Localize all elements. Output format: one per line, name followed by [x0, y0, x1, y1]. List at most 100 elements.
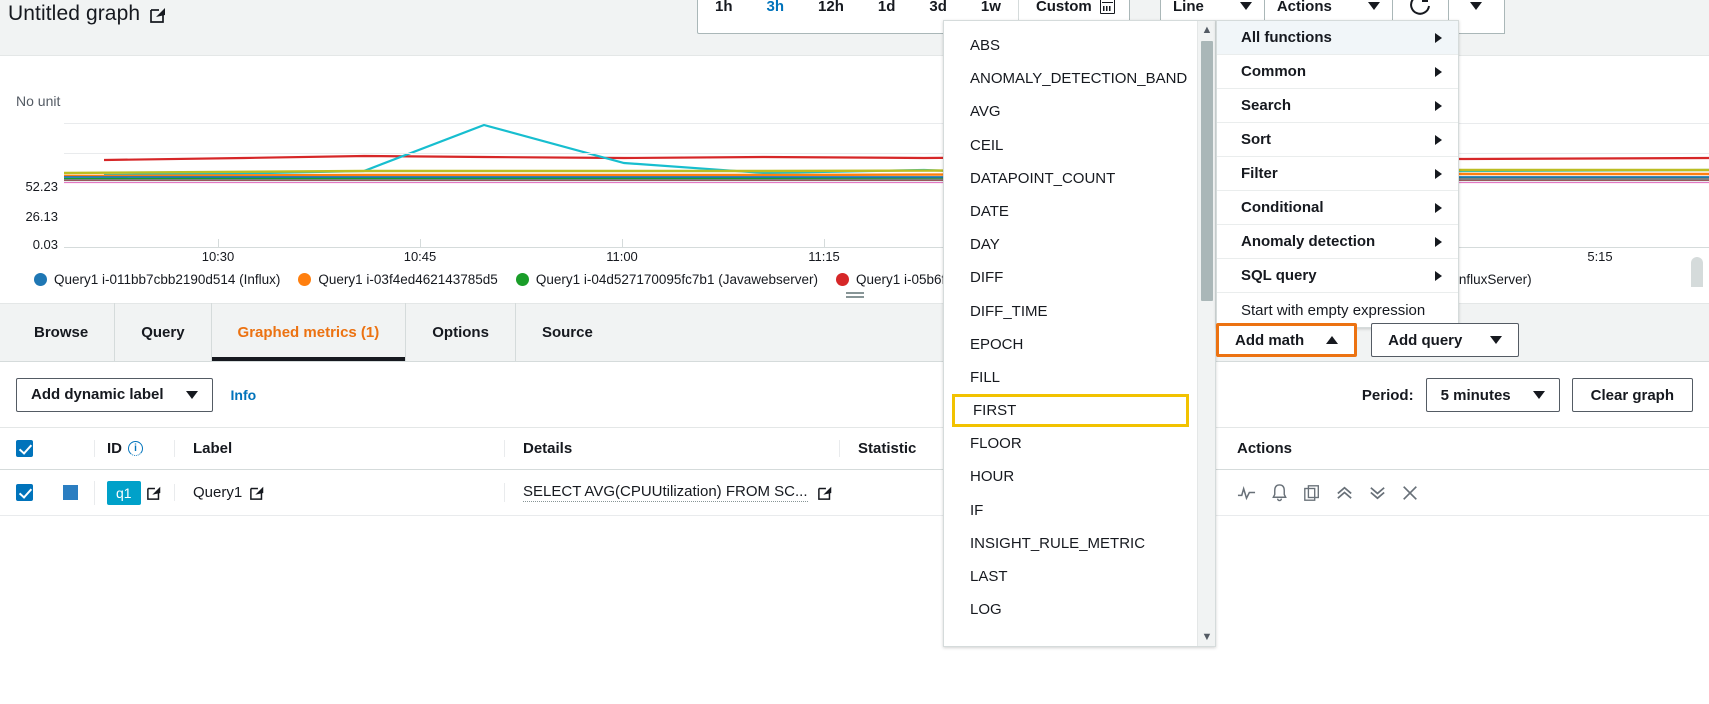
metric-query-expression[interactable]: SELECT AVG(CPUUtilization) FROM SC...	[523, 483, 808, 502]
alarm-bell-icon[interactable]	[1270, 483, 1289, 502]
time-range-3h[interactable]: 3h	[750, 0, 802, 33]
function-item-epoch[interactable]: EPOCH	[944, 328, 1197, 361]
query-buttons-row: Add math Add query	[1216, 323, 1519, 357]
add-dynamic-label-button[interactable]: Add dynamic label	[16, 378, 213, 412]
period-select[interactable]: 5 minutes	[1426, 378, 1560, 412]
function-item-first[interactable]: FIRST	[952, 394, 1189, 427]
period-label: Period:	[1362, 387, 1414, 404]
scroll-down-icon[interactable]: ▼	[1198, 628, 1216, 646]
x-tick-label: 11:15	[808, 249, 840, 264]
menu-label: Common	[1241, 63, 1306, 80]
select-all-cell	[0, 440, 46, 457]
tab-graphed-metrics[interactable]: Graphed metrics (1)	[212, 303, 407, 361]
menu-item-all-functions[interactable]: All functions	[1217, 21, 1458, 55]
chart-type-label: Line	[1173, 0, 1204, 15]
function-item-diff-time[interactable]: DIFF_TIME	[944, 295, 1197, 328]
row-details-cell: SELECT AVG(CPUUtilization) FROM SC...	[504, 483, 839, 502]
chevron-right-icon	[1435, 169, 1442, 179]
sparkline-icon[interactable]	[1237, 483, 1256, 502]
function-item-hour[interactable]: HOUR	[944, 460, 1197, 493]
menu-label: Anomaly detection	[1241, 233, 1375, 250]
clear-graph-button[interactable]: Clear graph	[1572, 378, 1693, 412]
function-item-insight-rule-metric[interactable]: INSIGHT_RULE_METRIC	[944, 527, 1197, 560]
function-item-if[interactable]: IF	[944, 494, 1197, 527]
scroll-up-icon[interactable]: ▲	[1198, 21, 1216, 39]
chevron-up-icon	[1326, 336, 1338, 344]
menu-item-search[interactable]: Search	[1217, 89, 1458, 123]
function-item-floor[interactable]: FLOOR	[944, 427, 1197, 460]
legend-item[interactable]: Query1 i-011bb7cbb2190d514 (Influx)	[34, 272, 280, 287]
chevron-right-icon	[1435, 135, 1442, 145]
edit-details-icon[interactable]	[818, 485, 833, 500]
chevron-down-icon	[1470, 2, 1482, 10]
legend-item[interactable]: Query1 i-05b6f5	[836, 272, 953, 287]
time-range-12h[interactable]: 12h	[801, 0, 861, 33]
menu-item-sql-query[interactable]: SQL query	[1217, 259, 1458, 293]
column-header-id: ID	[107, 440, 122, 457]
add-math-label: Add math	[1235, 332, 1304, 349]
tab-browse[interactable]: Browse	[8, 303, 115, 361]
add-query-button[interactable]: Add query	[1371, 323, 1519, 357]
function-item-anomaly-detection-band[interactable]: ANOMALY_DETECTION_BAND	[944, 62, 1197, 95]
cloudwatch-metrics-page: Untitled graph 1h 3h 12h 1d 3d 1w Custom	[0, 0, 1709, 704]
menu-item-filter[interactable]: Filter	[1217, 157, 1458, 191]
remove-icon[interactable]	[1401, 484, 1419, 502]
graph-title-area: Untitled graph	[8, 2, 167, 26]
function-item-ceil[interactable]: CEIL	[944, 129, 1197, 162]
custom-range-label: Custom	[1036, 0, 1092, 15]
edit-id-icon[interactable]	[147, 485, 162, 500]
function-item-diff[interactable]: DIFF	[944, 261, 1197, 294]
legend-color-dot	[34, 273, 47, 286]
calendar-icon	[1100, 0, 1115, 14]
metric-id-badge[interactable]: q1	[107, 481, 141, 505]
duplicate-icon[interactable]	[1303, 484, 1321, 502]
add-math-button[interactable]: Add math	[1216, 323, 1357, 357]
graphed-metrics-table: ID i Label Details Statistic Actions	[0, 428, 1709, 516]
menu-item-anomaly-detection[interactable]: Anomaly detection	[1217, 225, 1458, 259]
menu-label: Conditional	[1241, 199, 1324, 216]
tab-source[interactable]: Source	[516, 303, 619, 361]
function-item-datapoint-count[interactable]: DATAPOINT_COUNT	[944, 162, 1197, 195]
menu-item-sort[interactable]: Sort	[1217, 123, 1458, 157]
chevron-right-icon	[1435, 33, 1442, 43]
function-item-avg[interactable]: AVG	[944, 95, 1197, 128]
time-range-1h[interactable]: 1h	[698, 0, 750, 33]
plot-area	[64, 113, 1709, 247]
actions-header-cell: Actions	[1219, 440, 1709, 457]
chart-lines	[64, 113, 1709, 247]
chevron-right-icon	[1435, 203, 1442, 213]
tab-query[interactable]: Query	[115, 303, 211, 361]
scrollbar-thumb[interactable]	[1201, 41, 1213, 301]
row-color-cell[interactable]	[46, 485, 94, 500]
menu-item-conditional[interactable]: Conditional	[1217, 191, 1458, 225]
row-checkbox[interactable]	[16, 484, 33, 501]
select-all-checkbox[interactable]	[16, 440, 33, 457]
column-header-statistic: Statistic	[858, 440, 916, 457]
edit-label-icon[interactable]	[250, 485, 265, 500]
legend-label: Query1 i-05b6f5	[856, 272, 953, 287]
edit-pencil-icon[interactable]	[150, 6, 167, 23]
menu-item-start-empty-expression[interactable]: Start with empty expression	[1217, 293, 1458, 327]
function-item-last[interactable]: LAST	[944, 560, 1197, 593]
add-query-label: Add query	[1388, 332, 1462, 349]
move-down-icon[interactable]	[1368, 483, 1387, 502]
function-list-scrollbar[interactable]: ▲ ▼	[1197, 21, 1215, 646]
function-item-abs[interactable]: ABS	[944, 29, 1197, 62]
info-icon[interactable]: i	[128, 441, 143, 456]
tab-options[interactable]: Options	[406, 303, 516, 361]
chevron-down-icon	[1240, 2, 1252, 10]
function-item-log[interactable]: LOG	[944, 593, 1197, 626]
resize-grip-icon	[846, 292, 864, 298]
function-item-day[interactable]: DAY	[944, 228, 1197, 261]
info-link[interactable]: Info	[231, 387, 257, 403]
time-range-1d[interactable]: 1d	[861, 0, 913, 33]
move-up-icon[interactable]	[1335, 483, 1354, 502]
menu-item-common[interactable]: Common	[1217, 55, 1458, 89]
legend-item[interactable]: Query1 i-03f4ed462143785d5	[298, 272, 497, 287]
row-select-cell	[0, 484, 46, 501]
function-item-date[interactable]: DATE	[944, 195, 1197, 228]
chevron-right-icon	[1435, 67, 1442, 77]
legend-item[interactable]: Query1 i-04d527170095fc7b1 (Javawebserve…	[516, 272, 818, 287]
function-item-fill[interactable]: FILL	[944, 361, 1197, 394]
table-row: q1 Query1	[0, 470, 1709, 516]
